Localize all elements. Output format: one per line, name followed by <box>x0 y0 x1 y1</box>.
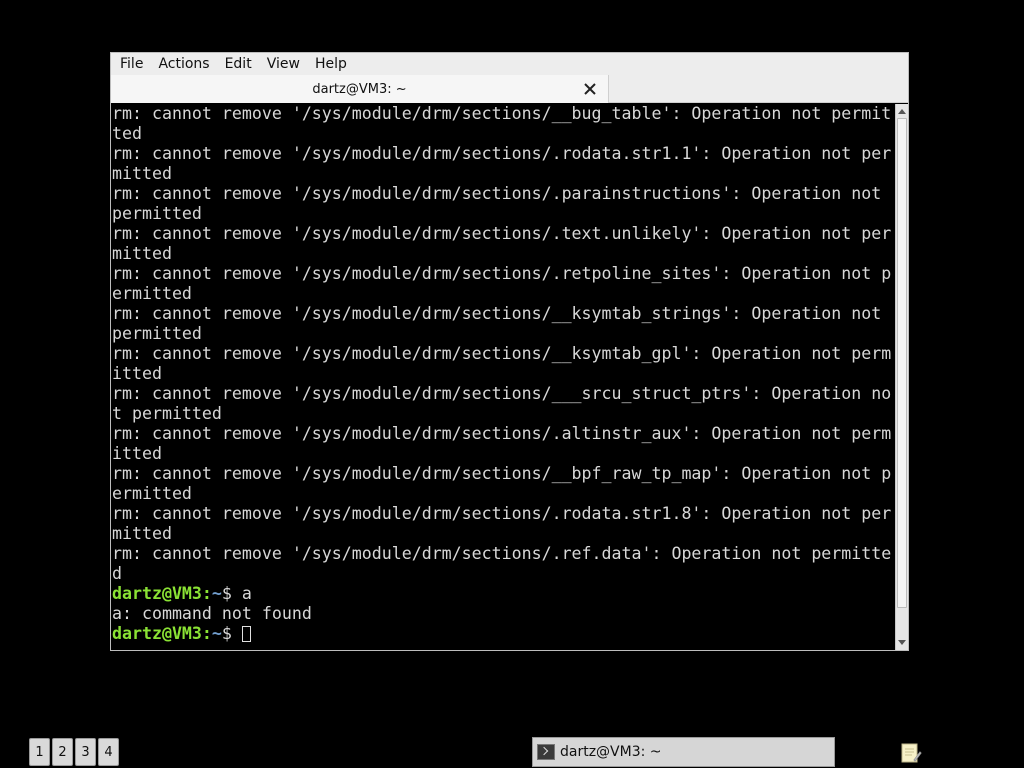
tab-terminal[interactable]: dartz@VM3: ~ <box>111 75 609 103</box>
output-text: rm: cannot remove '/sys/module/drm/secti… <box>112 184 882 203</box>
output-line: rm: cannot remove '/sys/module/drm/secti… <box>112 344 894 364</box>
output-line: t permitted <box>112 404 894 424</box>
tab-title: dartz@VM3: ~ <box>312 81 407 97</box>
menu-view[interactable]: View <box>261 53 306 75</box>
output-text: mitted <box>112 164 172 183</box>
workspace-1[interactable]: 1 <box>29 738 50 766</box>
scroll-down-icon[interactable] <box>896 636 908 650</box>
output-text: ted <box>112 124 142 143</box>
terminal-output[interactable]: rm: cannot remove '/sys/module/drm/secti… <box>112 104 894 650</box>
output-text: rm: cannot remove '/sys/module/drm/secti… <box>112 224 892 243</box>
output-text: itted <box>112 444 162 463</box>
menu-file[interactable]: File <box>114 53 149 75</box>
output-text: rm: cannot remove '/sys/module/drm/secti… <box>112 464 892 483</box>
menu-bar: File Actions Edit View Help <box>111 53 908 75</box>
output-line: d <box>112 564 894 584</box>
output-line: mitted <box>112 244 894 264</box>
tab-bar: dartz@VM3: ~ <box>111 75 908 103</box>
menu-help[interactable]: Help <box>309 53 353 75</box>
output-line: ted <box>112 124 894 144</box>
output-text: rm: cannot remove '/sys/module/drm/secti… <box>112 304 882 323</box>
taskbar-button-terminal[interactable]: dartz@VM3: ~ <box>532 737 835 767</box>
workspace-4[interactable]: 4 <box>98 738 119 766</box>
workspace-2[interactable]: 2 <box>52 738 73 766</box>
prompt-path: ~ <box>211 624 222 643</box>
output-text: rm: cannot remove '/sys/module/drm/secti… <box>112 424 892 443</box>
output-text: itted <box>112 364 162 383</box>
output-text: t permitted <box>112 404 222 423</box>
output-line: rm: cannot remove '/sys/module/drm/secti… <box>112 384 894 404</box>
output-line: itted <box>112 364 894 384</box>
output-text: rm: cannot remove '/sys/module/drm/secti… <box>112 104 892 123</box>
output-text: permitted <box>112 204 202 223</box>
output-text: rm: cannot remove '/sys/module/drm/secti… <box>112 344 892 363</box>
scroll-up-icon[interactable] <box>896 104 908 118</box>
prompt-user: dartz@VM3 <box>112 584 202 603</box>
output-text: rm: cannot remove '/sys/module/drm/secti… <box>112 504 892 523</box>
terminal-icon <box>537 744 555 760</box>
output-line: ermitted <box>112 284 894 304</box>
output-text: mitted <box>112 244 172 263</box>
output-line: rm: cannot remove '/sys/module/drm/secti… <box>112 544 894 564</box>
prompt-symbol: $ <box>221 584 242 603</box>
prompt-line: dartz@VM3:~$ <box>112 624 894 644</box>
workspace-switcher: 1 2 3 4 <box>29 738 121 766</box>
output-text: rm: cannot remove '/sys/module/drm/secti… <box>112 264 892 283</box>
text-cursor <box>241 626 251 642</box>
output-text: permitted <box>112 324 202 343</box>
scrollbar[interactable] <box>895 104 908 650</box>
terminal-window: File Actions Edit View Help dartz@VM3: ~… <box>110 52 909 651</box>
output-line: permitted <box>112 204 894 224</box>
output-line: rm: cannot remove '/sys/module/drm/secti… <box>112 304 894 324</box>
output-line: mitted <box>112 524 894 544</box>
prompt-line: dartz@VM3:~$ a <box>112 584 894 604</box>
output-text: ermitted <box>112 284 192 303</box>
output-line: rm: cannot remove '/sys/module/drm/secti… <box>112 224 894 244</box>
command-text: a <box>241 584 252 603</box>
taskbar-button-label: dartz@VM3: ~ <box>560 744 662 760</box>
output-line: rm: cannot remove '/sys/module/drm/secti… <box>112 264 894 284</box>
output-line: rm: cannot remove '/sys/module/drm/secti… <box>112 104 894 124</box>
prompt-path: ~ <box>211 584 222 603</box>
output-line: rm: cannot remove '/sys/module/drm/secti… <box>112 504 894 524</box>
output-text: rm: cannot remove '/sys/module/drm/secti… <box>112 544 892 563</box>
prompt-symbol: $ <box>221 624 242 643</box>
output-text: rm: cannot remove '/sys/module/drm/secti… <box>112 384 892 403</box>
prompt-user: dartz@VM3 <box>112 624 202 643</box>
output-text: ermitted <box>112 484 192 503</box>
output-line: a: command not found <box>112 604 894 624</box>
output-line: permitted <box>112 324 894 344</box>
output-line: rm: cannot remove '/sys/module/drm/secti… <box>112 424 894 444</box>
output-text: a: command not found <box>112 604 312 623</box>
output-text: rm: cannot remove '/sys/module/drm/secti… <box>112 144 892 163</box>
output-line: rm: cannot remove '/sys/module/drm/secti… <box>112 144 894 164</box>
notes-icon[interactable] <box>899 740 923 764</box>
menu-edit[interactable]: Edit <box>219 53 258 75</box>
output-text: d <box>112 564 122 583</box>
prompt-separator: : <box>201 584 212 603</box>
output-line: ermitted <box>112 484 894 504</box>
output-line: rm: cannot remove '/sys/module/drm/secti… <box>112 184 894 204</box>
output-line: mitted <box>112 164 894 184</box>
output-line: itted <box>112 444 894 464</box>
prompt-separator: : <box>201 624 212 643</box>
output-text: mitted <box>112 524 172 543</box>
menu-actions[interactable]: Actions <box>152 53 215 75</box>
workspace-3[interactable]: 3 <box>75 738 96 766</box>
output-line: rm: cannot remove '/sys/module/drm/secti… <box>112 464 894 484</box>
close-icon[interactable] <box>581 80 599 98</box>
scrollbar-thumb[interactable] <box>897 118 907 608</box>
